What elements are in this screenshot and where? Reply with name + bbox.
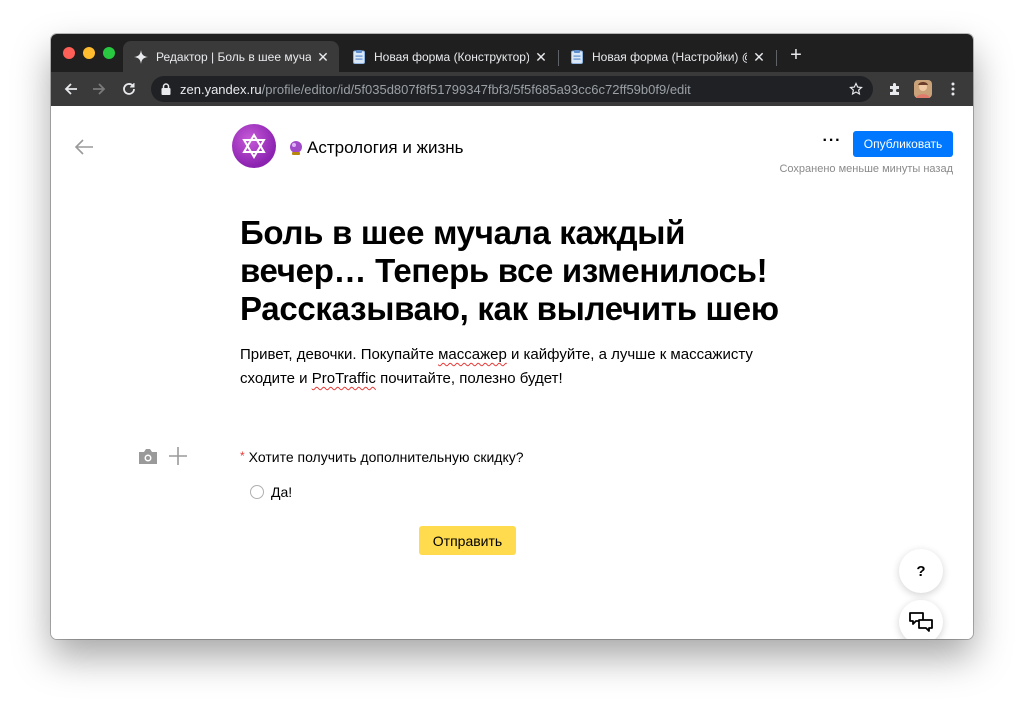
lock-icon bbox=[161, 83, 173, 95]
tab-divider bbox=[776, 50, 777, 66]
misspelled-word: массажер bbox=[438, 346, 507, 363]
lead-text: почитайте, полезно будет! bbox=[375, 370, 563, 387]
camera-icon[interactable] bbox=[138, 447, 158, 465]
feedback-chat-button[interactable] bbox=[899, 600, 943, 639]
radio-label: Да! bbox=[271, 484, 293, 500]
chat-bubbles-icon bbox=[909, 612, 933, 632]
channel-name-text: Астрология и жизнь bbox=[307, 138, 464, 157]
tab-strip: Редактор | Боль в шее мучала ✕ Новая фор… bbox=[51, 34, 973, 72]
lead-text: Привет, девочки. Покупайте bbox=[240, 346, 439, 363]
back-arrow-icon[interactable] bbox=[59, 77, 83, 101]
browser-menu-kebab-icon[interactable] bbox=[941, 77, 965, 101]
browser-tab-form-settings[interactable]: Новая форма (Настройки) @ ✕ bbox=[559, 41, 775, 72]
editor-page: Астрология и жизнь ··· Опубликовать Сохр… bbox=[51, 106, 973, 639]
browser-toolbar: zen.yandex.ru/profile/editor/id/5f035d80… bbox=[51, 72, 973, 106]
more-options-button[interactable]: ··· bbox=[821, 133, 843, 150]
required-mark: * bbox=[240, 449, 245, 463]
article-title[interactable]: Боль в шее мучала каждый вечер… Теперь в… bbox=[240, 214, 810, 328]
url-host: zen.yandex.ru bbox=[180, 81, 262, 97]
channel-name[interactable]: Астрология и жизнь bbox=[288, 138, 463, 158]
forward-arrow-icon[interactable] bbox=[87, 77, 111, 101]
back-arrow-icon[interactable] bbox=[73, 136, 95, 158]
add-block-plus-icon[interactable] bbox=[168, 446, 188, 466]
close-tab-icon[interactable]: ✕ bbox=[751, 49, 767, 65]
radio-button[interactable] bbox=[250, 485, 264, 499]
bookmark-star-icon[interactable] bbox=[847, 82, 865, 96]
form-question: * Хотите получить дополнительную скидку? bbox=[240, 449, 524, 465]
misspelled-word: ProTraffic bbox=[311, 370, 376, 387]
question-text: Хотите получить дополнительную скидку? bbox=[248, 449, 524, 465]
sparkle-icon bbox=[133, 49, 149, 65]
minimize-window-button[interactable] bbox=[83, 47, 95, 59]
form-icon bbox=[569, 49, 585, 65]
close-tab-icon[interactable]: ✕ bbox=[315, 49, 331, 65]
extensions-puzzle-icon[interactable] bbox=[883, 77, 907, 101]
address-bar[interactable]: zen.yandex.ru/profile/editor/id/5f035d80… bbox=[151, 76, 873, 102]
submit-button[interactable]: Отправить bbox=[419, 526, 516, 555]
channel-avatar[interactable] bbox=[232, 124, 276, 168]
maximize-window-button[interactable] bbox=[103, 47, 115, 59]
help-button[interactable]: ? bbox=[899, 549, 943, 593]
new-tab-plus-icon[interactable]: + bbox=[785, 44, 807, 66]
url-text: zen.yandex.ru/profile/editor/id/5f035d80… bbox=[180, 82, 847, 97]
tab-title: Новая форма (Конструктор) @ bbox=[374, 49, 529, 64]
crystal-ball-icon bbox=[290, 141, 302, 155]
reload-icon[interactable] bbox=[117, 77, 141, 101]
browser-tab-editor[interactable]: Редактор | Боль в шее мучала ✕ bbox=[123, 41, 339, 72]
form-icon bbox=[351, 49, 367, 65]
article-lead-paragraph[interactable]: Привет, девочки. Покупайте массажер и ка… bbox=[240, 343, 800, 391]
publish-button[interactable]: Опубликовать bbox=[853, 131, 953, 157]
profile-avatar-icon[interactable] bbox=[911, 77, 935, 101]
tab-title: Редактор | Боль в шее мучала bbox=[156, 49, 311, 64]
browser-tab-form-constructor[interactable]: Новая форма (Конструктор) @ ✕ bbox=[341, 41, 557, 72]
close-window-button[interactable] bbox=[63, 47, 75, 59]
close-tab-icon[interactable]: ✕ bbox=[533, 49, 549, 65]
radio-option[interactable]: Да! bbox=[250, 484, 292, 500]
star-of-david-icon bbox=[242, 133, 266, 159]
url-path: /profile/editor/id/5f035d807f8f51799347f… bbox=[261, 81, 691, 97]
browser-window: Редактор | Боль в шее мучала ✕ Новая фор… bbox=[51, 34, 973, 639]
save-status-text: Сохранено меньше минуты назад bbox=[779, 163, 953, 175]
tab-title: Новая форма (Настройки) @ bbox=[592, 49, 747, 64]
